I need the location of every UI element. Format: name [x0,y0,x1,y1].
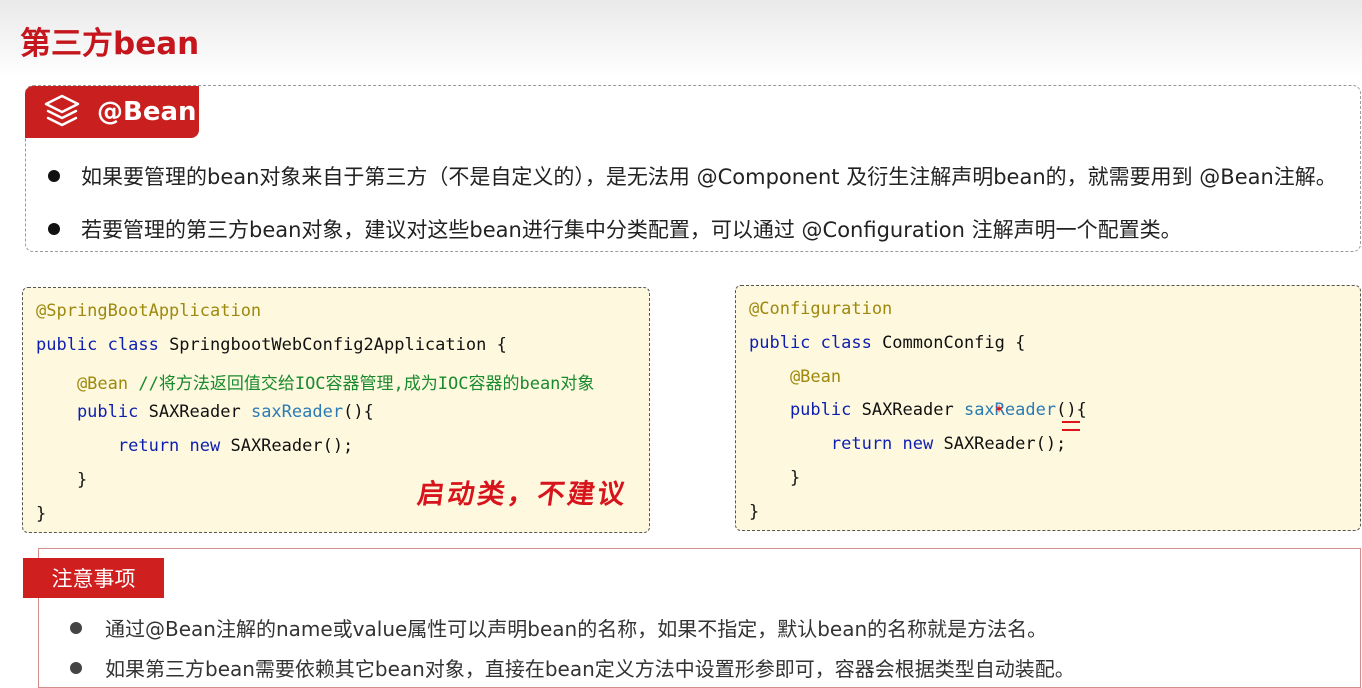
bean-tab-label: @Bean [97,97,197,127]
layers-icon [44,94,80,127]
code-token: @SpringBootApplication [36,301,262,321]
bean-bullet-1: 如果要管理的bean对象来自于第三方（不是自定义的），是无法用 @Compone… [48,161,1337,191]
code-line: } [749,502,759,522]
code-token: SAXReader [861,400,964,421]
code-token: @Bean [36,373,139,394]
bullet-dot [48,223,60,235]
code-token: } [36,503,47,524]
header-background [0,0,1362,78]
handwritten-note: 启动类，不建议 [415,479,630,510]
code-token: @Configuration [749,299,893,319]
note-text: 通过@Bean注解的name或value属性可以声明bean的名称，如果不指定，… [105,617,1048,641]
code-token: @Bean [749,366,842,387]
code-token: //将方法返回值交给IOC容器管理,成为IOC容器的bean对象 [138,373,595,394]
code-line: public SAXReader saxReader(){ [36,402,374,422]
code-token: SAXReader(); [230,436,354,457]
code-line: @Bean [749,367,841,387]
code-token: } [749,468,801,488]
bean-bullet-2: 若要管理的第三方bean对象，建议对这些bean进行集中分类配置，可以通过 @C… [48,214,1182,244]
code-token: SpringbootWebConfig2Application { [169,334,507,355]
code-token: (){ [1056,400,1087,421]
red-cursor-mark: ✶ [994,402,1005,416]
code-line: @Configuration [749,299,892,319]
code-line: } [749,468,800,488]
code-token: public class [36,334,170,355]
bullet-dot [70,621,82,634]
bean-bullet-text: 若要管理的第三方bean对象，建议对这些bean进行集中分类配置，可以通过 @C… [81,218,1182,242]
bullet-dot [70,661,82,674]
code-token: saxReader [963,400,1057,421]
code-line: public class SpringbootWebConfig2Applica… [36,335,507,355]
code-token: (){ [343,402,374,423]
note-text: 如果第三方bean需要依赖其它bean对象，直接在bean定义方法中设置形参即可… [105,657,1075,681]
red-underline-mark [1062,421,1080,431]
bean-bullet-text: 如果要管理的bean对象来自于第三方（不是自定义的），是无法用 @Compone… [81,165,1337,189]
code-token: return new [36,436,231,457]
code-line: @Bean //将方法返回值交给IOC容器管理,成为IOC容器的bean对象 [36,369,594,394]
notes-tab: 注意事项 [23,558,164,598]
code-token: } [36,470,88,490]
code-line: @SpringBootApplication [36,301,261,321]
code-token: public [749,400,862,421]
code-token: public class [749,332,883,353]
page-title: 第三方bean [20,26,200,62]
note-item-1: 通过@Bean注解的name或value属性可以声明bean的名称，如果不指定，… [70,613,1047,642]
note-item-2: 如果第三方bean需要依赖其它bean对象，直接在bean定义方法中设置形参即可… [70,653,1075,682]
code-line: } [36,470,87,490]
code-token: } [749,501,760,522]
bullet-dot [48,170,60,182]
code-token: CommonConfig { [882,332,1026,353]
code-token: saxReader [250,402,344,423]
code-line: return new SAXReader(); [36,436,353,456]
code-line: public SAXReader saxReader(){ [749,400,1087,420]
bean-section-tab: @Bean [25,86,199,138]
code-line: public class CommonConfig { [749,333,1025,353]
code-line: } [36,504,46,524]
code-token: SAXReader [148,402,251,423]
code-token: SAXReader(); [943,434,1067,455]
code-line: return new SAXReader(); [749,434,1066,454]
code-token: public [36,402,149,423]
code-token: return new [749,434,944,455]
